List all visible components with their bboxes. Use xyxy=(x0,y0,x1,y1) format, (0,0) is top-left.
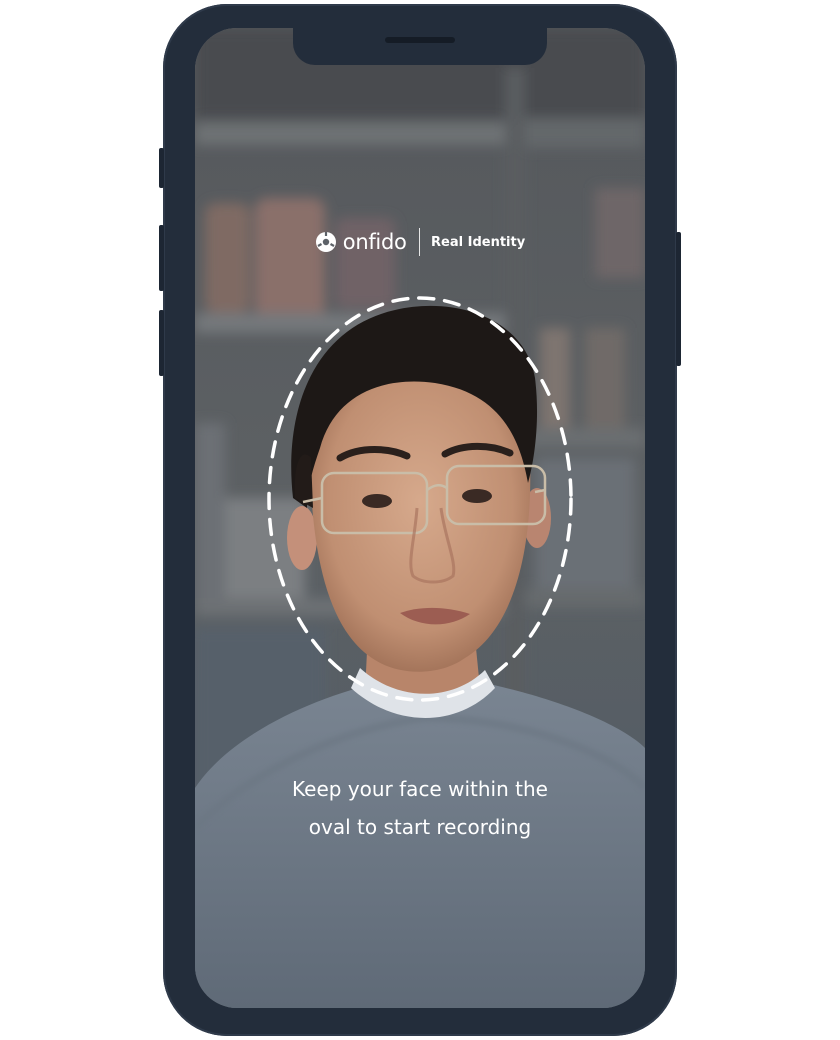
stage: onfido Real Identity Keep your face with… xyxy=(0,0,840,1040)
onfido-logo-icon xyxy=(315,232,336,252)
instruction-line-2: oval to start recording xyxy=(308,815,532,839)
brand-divider xyxy=(418,228,421,256)
volume-down-button xyxy=(159,310,164,376)
power-button xyxy=(676,232,681,366)
earpiece-speaker xyxy=(385,37,455,43)
brand-logo: onfido xyxy=(315,230,407,254)
brand-name: onfido xyxy=(342,230,407,254)
camera-screen xyxy=(195,28,645,1008)
instruction-line-1: Keep your face within the xyxy=(292,777,548,801)
brand-tagline: Real Identity xyxy=(431,234,526,250)
brand-header: onfido Real Identity xyxy=(195,226,645,258)
volume-up-button xyxy=(159,225,164,291)
capture-instruction: Keep your face within the oval to start … xyxy=(195,770,645,846)
camera-preview xyxy=(195,28,645,1008)
phone-notch xyxy=(293,28,547,65)
silent-switch xyxy=(159,148,164,188)
